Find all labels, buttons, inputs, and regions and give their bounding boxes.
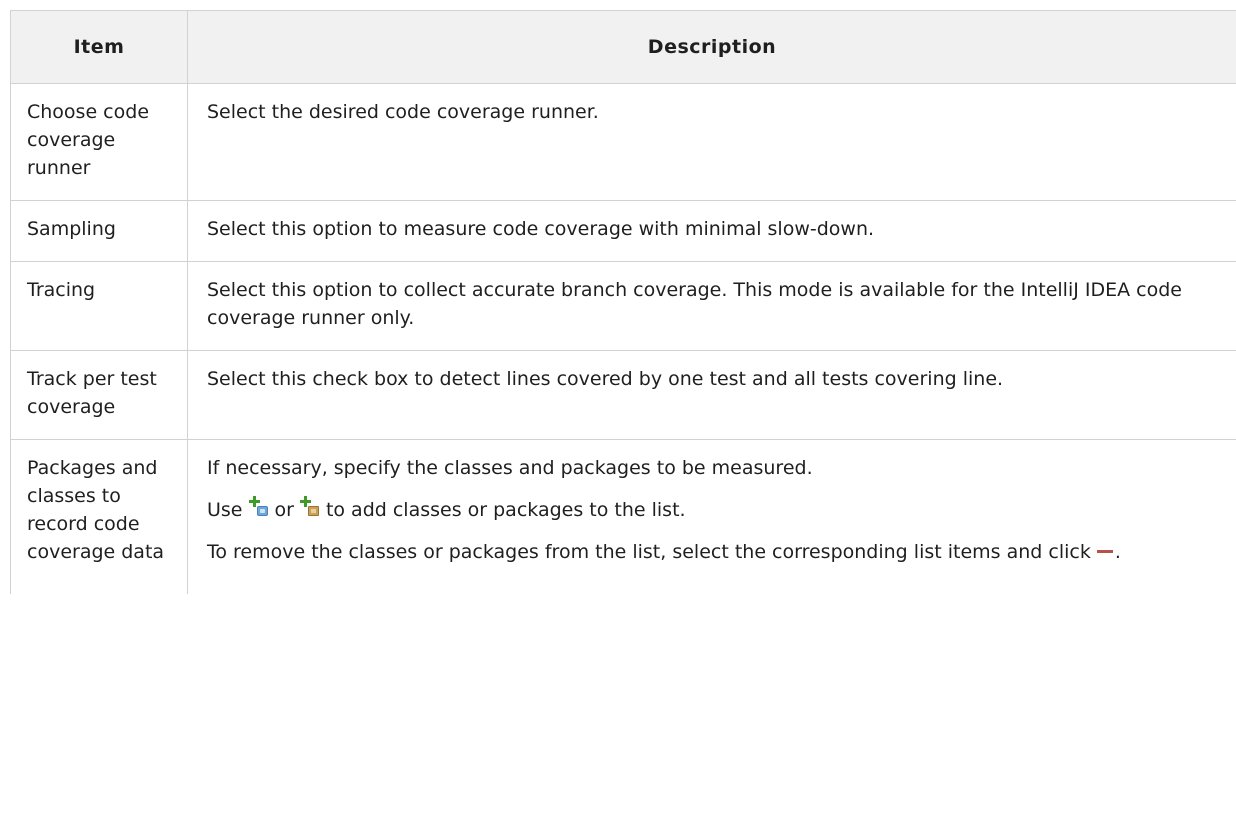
text-or: or — [274, 499, 294, 521]
text-remove: To remove the classes or packages from t… — [207, 541, 1091, 563]
row-description-packages-classes: If necessary, specify the classes and pa… — [187, 439, 1236, 594]
row-item-sampling: Sampling — [10, 200, 188, 262]
text-period: . — [1114, 541, 1121, 563]
remove-icon — [1095, 542, 1115, 560]
row-item-packages-classes: Packages and classes to record code cove… — [10, 439, 188, 594]
table-row: Packages and classes to record code cove… — [10, 439, 1236, 594]
table-row: Sampling Select this option to measure c… — [10, 200, 1236, 262]
row-description-track-per-test: Select this check box to detect lines co… — [187, 350, 1236, 440]
table-row: Tracing Select this option to collect ac… — [10, 261, 1236, 351]
table-header-row: Item Description — [10, 10, 1236, 84]
description-paragraph-specify: If necessary, specify the classes and pa… — [207, 457, 813, 479]
row-description-sampling: Select this option to measure code cover… — [187, 200, 1236, 262]
description-paragraph-add: Use or to add classes or packages to the l… — [207, 496, 1226, 524]
table-row: Track per test coverage Select this chec… — [10, 350, 1236, 440]
row-item-tracing: Tracing — [10, 261, 188, 351]
add-class-icon — [248, 496, 269, 518]
row-item-track-per-test: Track per test coverage — [10, 350, 188, 440]
row-description-choose-runner: Select the desired code coverage runner. — [187, 83, 1236, 201]
table-row: Choose code coverage runner Select the d… — [10, 83, 1236, 201]
add-package-icon — [299, 496, 320, 518]
row-item-choose-runner: Choose code coverage runner — [10, 83, 188, 201]
settings-table: Item Description Choose code coverage ru… — [10, 10, 1236, 594]
text-use: Use — [207, 499, 243, 521]
header-description: Description — [187, 10, 1236, 84]
text-add-suffix: to add classes or packages to the list. — [325, 499, 686, 521]
description-paragraph-remove: To remove the classes or packages from t… — [207, 538, 1226, 566]
row-description-tracing: Select this option to collect accurate b… — [187, 261, 1236, 351]
header-item: Item — [10, 10, 188, 84]
